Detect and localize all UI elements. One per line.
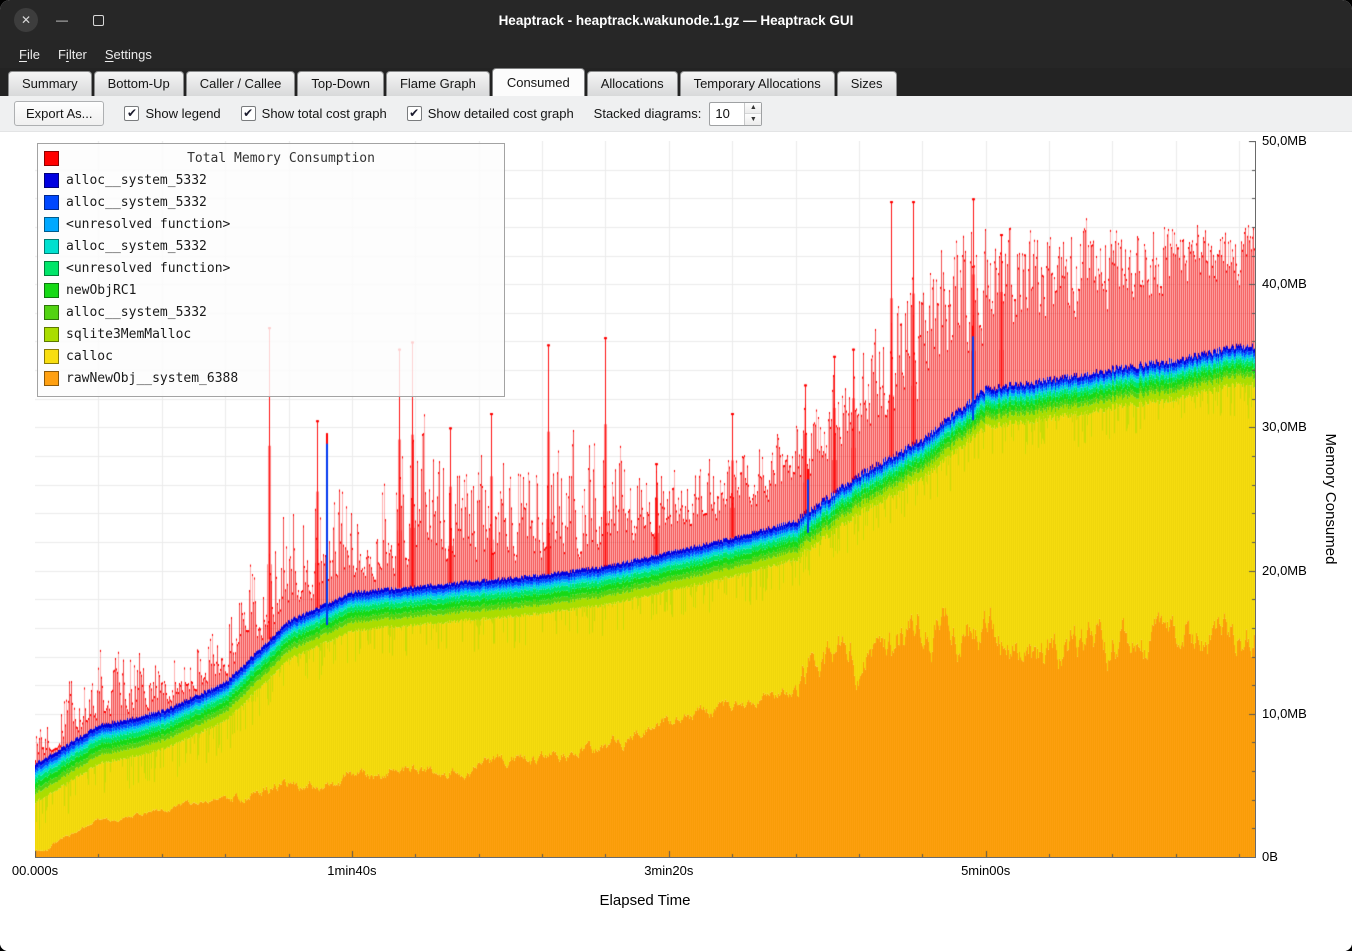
spinbox-up-button[interactable]: ▲ <box>745 103 761 114</box>
legend-swatch-total <box>44 151 59 166</box>
title-bar[interactable]: Heaptrack - heaptrack.wakunode.1.gz — He… <box>0 0 1352 40</box>
legend-entry: newObjRC1 <box>44 279 496 301</box>
legend-entry-label: newObjRC1 <box>66 283 496 298</box>
legend-entry: rawNewObj__system_6388 <box>44 367 496 389</box>
app-window: Heaptrack - heaptrack.wakunode.1.gz — He… <box>0 0 1352 951</box>
x-axis-tick-label: 5min00s <box>961 863 1010 878</box>
menu-settings[interactable]: Settings <box>96 43 161 66</box>
legend-entry: alloc__system_5332 <box>44 169 496 191</box>
legend-swatch <box>44 217 59 232</box>
menu-filter[interactable]: Filter <box>49 43 96 66</box>
tab-top-down[interactable]: Top-Down <box>297 71 384 96</box>
checkbox-box[interactable]: ✔ <box>407 106 422 121</box>
tab-consumed[interactable]: Consumed <box>492 68 585 96</box>
stacked-diagrams-label: Stacked diagrams: <box>594 106 702 121</box>
stacked-diagrams-spinbox[interactable]: 10 ▲ ▼ <box>709 102 762 126</box>
legend-entry-label: <unresolved function> <box>66 261 496 276</box>
checkbox-show-legend[interactable]: ✔ Show legend <box>124 106 220 121</box>
legend-entry-label: calloc <box>66 349 496 364</box>
stacked-diagrams-group: Stacked diagrams: 10 ▲ ▼ <box>594 102 763 126</box>
x-axis-tick-label: 00.000s <box>12 863 58 878</box>
checkbox-box[interactable]: ✔ <box>124 106 139 121</box>
y-axis-tick-label: 20,0MB <box>1262 563 1307 579</box>
checkbox-show-total-cost-graph[interactable]: ✔ Show total cost graph <box>241 106 387 121</box>
minimize-icon: — <box>56 14 68 26</box>
minimize-button[interactable]: — <box>50 8 74 32</box>
legend-entry: <unresolved function> <box>44 213 496 235</box>
legend-swatch <box>44 261 59 276</box>
legend-title-row: Total Memory Consumption <box>44 147 496 169</box>
y-axis-tick-label: 0B <box>1262 849 1278 865</box>
toolbar-checkboxes: ✔ Show legend ✔ Show total cost graph ✔ Show … <box>124 106 573 121</box>
x-axis-title: Elapsed Time <box>600 892 691 909</box>
tab-flame-graph[interactable]: Flame Graph <box>386 71 490 96</box>
toolbar: Export As... ✔ Show legend ✔ Show total cos… <box>0 96 1352 132</box>
legend-swatch <box>44 349 59 364</box>
legend-entry-label: alloc__system_5332 <box>66 305 496 320</box>
close-button[interactable]: ✕ <box>14 8 38 32</box>
chevron-down-icon: ▼ <box>750 116 757 123</box>
y-axis-tick-label: 40,0MB <box>1262 276 1307 292</box>
maximize-button[interactable] <box>86 8 110 32</box>
tab-sizes[interactable]: Sizes <box>837 71 897 96</box>
maximize-icon <box>93 15 104 26</box>
chevron-up-icon: ▲ <box>750 104 757 111</box>
tab-bar: SummaryBottom-UpCaller / CalleeTop-DownF… <box>0 68 1352 96</box>
tab-summary[interactable]: Summary <box>8 71 92 96</box>
menu-bar: FileFilterSettings <box>0 40 1352 68</box>
legend-entry-label: alloc__system_5332 <box>66 173 496 188</box>
export-as-button[interactable]: Export As... <box>14 101 104 126</box>
legend-entry-label: alloc__system_5332 <box>66 195 496 210</box>
close-icon: ✕ <box>21 14 31 26</box>
x-axis-tick-label: 3min20s <box>644 863 693 878</box>
legend-swatch <box>44 195 59 210</box>
menu-file[interactable]: File <box>10 43 49 66</box>
tab-temporary-allocations[interactable]: Temporary Allocations <box>680 71 835 96</box>
window-controls: ✕ — <box>14 0 110 40</box>
legend-swatch <box>44 327 59 342</box>
checkbox-show-detailed-cost-graph[interactable]: ✔ Show detailed cost graph <box>407 106 574 121</box>
y-axis-tick-label: 10,0MB <box>1262 706 1307 722</box>
legend-entry: alloc__system_5332 <box>44 301 496 323</box>
tab-caller-callee[interactable]: Caller / Callee <box>186 71 296 96</box>
legend-entry: alloc__system_5332 <box>44 235 496 257</box>
checkbox-label: Show total cost graph <box>262 106 387 121</box>
legend-swatch <box>44 283 59 298</box>
y-axis-tick-label: 50,0MB <box>1262 133 1307 149</box>
tab-allocations[interactable]: Allocations <box>587 71 678 96</box>
tab-bottom-up[interactable]: Bottom-Up <box>94 71 184 96</box>
y-axis-title: Memory Consumed <box>1322 434 1339 565</box>
spinbox-down-button[interactable]: ▼ <box>745 113 761 125</box>
legend-swatch <box>44 239 59 254</box>
y-axis-tick-label: 30,0MB <box>1262 419 1307 435</box>
legend-title: Total Memory Consumption <box>66 151 496 166</box>
legend-entry: sqlite3MemMalloc <box>44 323 496 345</box>
checkbox-box[interactable]: ✔ <box>241 106 256 121</box>
spinbox-buttons: ▲ ▼ <box>744 103 761 125</box>
chart-region: Total Memory Consumption alloc__system_53… <box>0 132 1352 951</box>
legend-entry: calloc <box>44 345 496 367</box>
legend-entry: alloc__system_5332 <box>44 191 496 213</box>
checkbox-label: Show legend <box>145 106 220 121</box>
legend-entry: <unresolved function> <box>44 257 496 279</box>
spinbox-value[interactable]: 10 <box>710 103 744 125</box>
legend-swatch <box>44 371 59 386</box>
checkbox-label: Show detailed cost graph <box>428 106 574 121</box>
legend-entry-label: alloc__system_5332 <box>66 239 496 254</box>
legend-swatch <box>44 305 59 320</box>
legend-entry-label: rawNewObj__system_6388 <box>66 371 496 386</box>
legend-entry-label: sqlite3MemMalloc <box>66 327 496 342</box>
window-title: Heaptrack - heaptrack.wakunode.1.gz — He… <box>0 0 1352 40</box>
legend-entry-label: <unresolved function> <box>66 217 496 232</box>
x-axis-tick-label: 1min40s <box>327 863 376 878</box>
legend-swatch <box>44 173 59 188</box>
chart-legend: Total Memory Consumption alloc__system_53… <box>37 143 505 397</box>
